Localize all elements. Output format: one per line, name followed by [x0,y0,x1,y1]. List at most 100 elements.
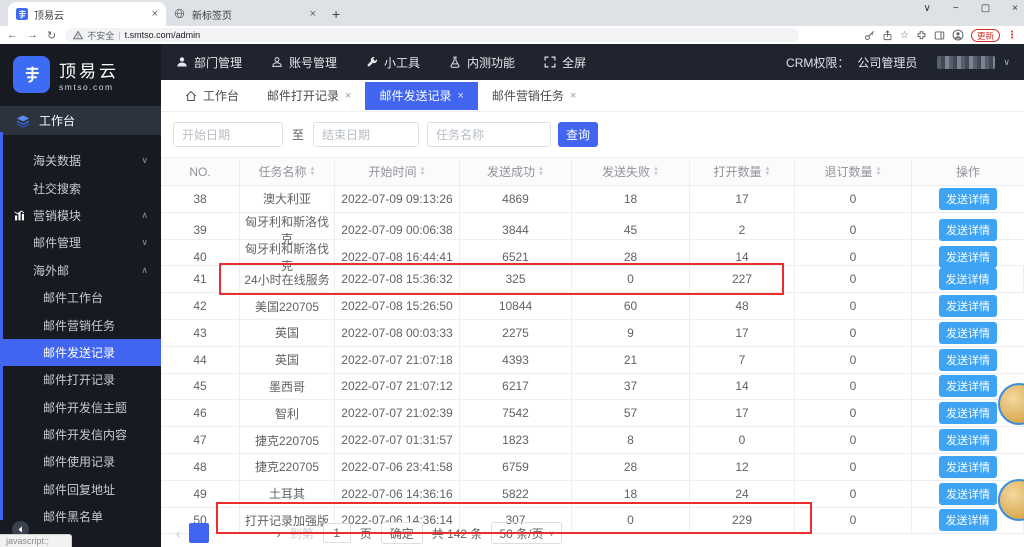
cell-send-fail: 8 [572,427,690,453]
table-header-cell[interactable]: NO. [161,158,240,185]
sort-icon[interactable]: ▲ ▼ [653,166,659,176]
browser-tab[interactable]: 顶易云 × [8,2,166,26]
send-detail-button[interactable]: 发送详情 [939,218,997,241]
send-detail-button[interactable]: 发送详情 [939,429,997,452]
send-detail-button[interactable]: 发送详情 [939,348,997,371]
sidebar-menu-item[interactable]: 营销模块 ∧ [0,202,161,229]
bookmark-star-icon[interactable]: ☆ [900,30,909,41]
sidebar-menu-item[interactable]: 邮件回复地址 [0,476,161,503]
topnav-item[interactable]: 内测功能 [449,54,515,71]
topnav-item[interactable]: 账号管理 [271,54,337,71]
send-detail-button[interactable]: 发送详情 [939,482,997,505]
goto-page-input[interactable] [322,523,351,543]
sort-icon[interactable]: ▲ ▼ [420,166,426,176]
close-icon[interactable]: × [310,8,316,20]
browser-tab[interactable]: 新标签页 × [166,2,324,26]
close-icon[interactable]: × [570,90,576,102]
topnav-item[interactable]: 全屏 [544,54,586,71]
search-button[interactable]: 查询 [558,122,599,147]
chrome-menu-icon[interactable]: ⋮ [1007,30,1017,41]
sidebar-menu-item[interactable]: 邮件营销任务 [0,311,161,338]
close-icon[interactable]: × [345,90,351,102]
profile-avatar-icon[interactable] [952,29,964,41]
send-detail-button[interactable]: 发送详情 [939,321,997,344]
sidebar-menu-item[interactable]: 邮件发送记录 [0,338,161,367]
table-header-cell[interactable]: 发送失败 ▲ ▼ [572,158,690,185]
sidebar-scrollbar[interactable] [0,132,3,520]
page-number-button[interactable] [189,523,210,543]
table-header-cell[interactable]: 退订数量 ▲ ▼ [795,158,912,185]
back-icon[interactable]: ← [7,29,18,41]
start-date-input[interactable] [173,122,283,147]
tab-search-icon[interactable]: ∨ [924,3,931,14]
sidebar-menu-item-label: 海外邮 [33,263,70,278]
page-tab[interactable]: 工作台 [171,82,253,110]
table-header-cell[interactable]: 打开数量 ▲ ▼ [690,158,795,185]
sidebar-menu-item[interactable]: 邮件管理 ∨ [0,229,161,256]
side-panel-icon[interactable] [934,30,945,41]
page-size-select[interactable]: 50 条/页 ∨ [491,522,563,544]
close-icon[interactable]: × [152,8,158,20]
send-detail-button[interactable]: 发送详情 [939,245,997,268]
send-detail-button[interactable]: 发送详情 [939,455,997,478]
page-tabs: 工作台 邮件打开记录 × 邮件发送记录 × 邮件营销任务 × [161,80,1024,112]
confirm-button[interactable]: 确定 [380,522,423,544]
share-icon[interactable] [882,29,893,41]
table-header-cell[interactable]: 发送成功 ▲ ▼ [460,158,572,185]
chevron-icon: ∨ [141,237,148,248]
window-minimize-icon[interactable]: − [953,3,959,14]
cell-unsubscribe-count: 0 [795,480,912,507]
table-header-cell[interactable]: 操作 [912,158,1024,185]
sidebar-menu-item[interactable]: 社交搜索 [0,174,161,201]
page-tab[interactable]: 邮件营销任务 × [478,82,590,110]
fullscreen-icon [544,56,556,68]
sidebar-item-workbench[interactable]: 工作台 [0,106,161,135]
sidebar-menu-item[interactable]: 邮件开发信主题 [0,394,161,421]
topnav-item[interactable]: 部门管理 [176,54,242,71]
table-row: 42 美国220705 2022-07-08 15:26:50 10844 60… [161,293,1024,320]
sort-icon[interactable]: ▲ ▼ [765,166,771,176]
table-header-cell[interactable]: 任务名称 ▲ ▼ [240,158,335,185]
user-name-redacted[interactable] [937,55,996,69]
user-menu-chevron-icon[interactable]: ∨ [1003,57,1010,68]
sidebar-menu-item[interactable]: 邮件使用记录 [0,448,161,475]
window-close-icon[interactable]: × [1012,3,1018,14]
sort-icon[interactable]: ▲ ▼ [876,166,882,176]
send-detail-button[interactable]: 发送详情 [938,509,997,532]
cell-unsubscribe-count: 0 [795,507,912,534]
prev-page-icon[interactable]: ‹ [176,526,180,541]
extensions-puzzle-icon[interactable] [916,30,927,41]
window-maximize-icon[interactable]: ▢ [981,3,990,14]
next-page-icon[interactable]: › [276,526,280,541]
forward-icon[interactable]: → [27,29,38,41]
end-date-input[interactable] [313,122,420,147]
app-topnav: 部门管理 账号管理 小工具 内测功能 全屏 CRM权限： 公司管理员 ∨ [161,44,1024,80]
url-bar[interactable]: 不安全 | t.smtso.com/admin [65,28,800,42]
chrome-update-button[interactable]: 更新 [970,28,1000,42]
sidebar-menu-item[interactable]: 邮件工作台 [0,284,161,311]
send-detail-button[interactable]: 发送详情 [939,375,997,398]
collapse-arrow-icon [16,525,25,534]
table-header-cell[interactable]: 开始时间 ▲ ▼ [335,158,460,185]
page-tab[interactable]: 邮件发送记录 × [365,81,478,110]
sort-icon[interactable]: ▲ ▼ [538,166,544,176]
password-key-icon[interactable] [864,30,875,41]
sidebar-menu-item[interactable]: 海关数据 ∨ [0,147,161,174]
send-detail-button[interactable]: 发送详情 [939,187,997,210]
send-detail-button[interactable]: 发送详情 [938,268,997,291]
page-number-button[interactable] [247,523,267,543]
send-detail-button[interactable]: 发送详情 [939,295,997,318]
sidebar-menu-item[interactable]: 邮件打开记录 [0,366,161,393]
sort-icon[interactable]: ▲ ▼ [310,166,316,176]
topnav-item-label: 小工具 [384,55,421,70]
page-tab[interactable]: 邮件打开记录 × [253,82,365,110]
close-icon[interactable]: × [457,90,463,102]
sidebar-menu-item[interactable]: 邮件开发信内容 [0,421,161,448]
page-number-button[interactable] [218,523,238,543]
send-detail-button[interactable]: 发送详情 [939,402,997,425]
topnav-item[interactable]: 小工具 [366,54,420,71]
new-tab-button[interactable]: + [332,6,340,22]
reload-icon[interactable]: ↻ [47,29,56,42]
sidebar-menu-item[interactable]: 海外邮 ∧ [0,257,161,284]
task-name-input[interactable] [427,122,552,147]
